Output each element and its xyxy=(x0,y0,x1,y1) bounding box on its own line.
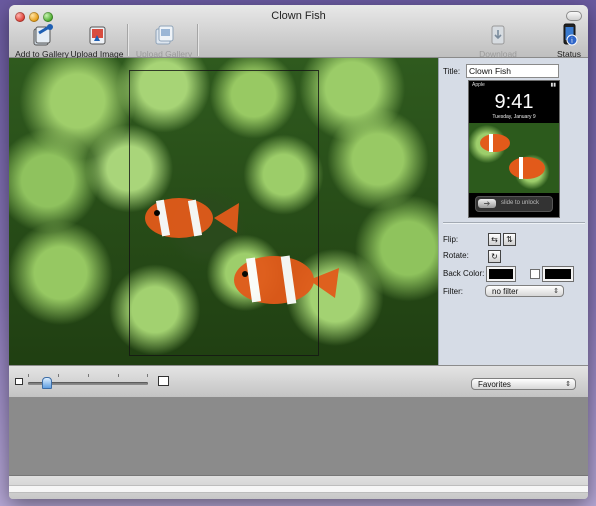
back-color-well[interactable] xyxy=(486,266,516,282)
lockscreen-preview: Apple ▮▮ 9:41 Tuesday, January 9 ➔ slide… xyxy=(468,80,560,218)
status-button[interactable]: i Status xyxy=(554,23,584,59)
zoom-large-icon[interactable] xyxy=(158,376,169,386)
flip-label: Flip: xyxy=(443,235,459,244)
gallery-strip[interactable] xyxy=(9,397,588,475)
window-title: Clown Fish xyxy=(271,10,326,22)
bottom-bar xyxy=(9,475,588,499)
filter-popup[interactable]: no filter ⇕ xyxy=(485,285,564,297)
preview-wallpaper xyxy=(469,123,559,193)
svg-text:i: i xyxy=(571,37,573,45)
panel-divider xyxy=(443,222,585,223)
add-to-gallery-button[interactable]: Add to Gallery xyxy=(14,23,70,59)
favorites-popup[interactable]: Favorites ⇕ xyxy=(471,378,576,390)
crop-frame[interactable] xyxy=(129,70,319,356)
toolbar-toggle-button[interactable] xyxy=(566,11,582,21)
upload-gallery-button[interactable]: Upload Gallery xyxy=(134,23,194,59)
battery-icon: ▮▮ xyxy=(550,82,556,88)
horizontal-scrollbar[interactable] xyxy=(9,485,588,493)
slide-to-unlock-text: slide to unlock xyxy=(501,200,540,206)
add-to-gallery-icon xyxy=(29,23,55,47)
slide-arrow-icon: ➔ xyxy=(478,199,496,208)
upload-gallery-icon xyxy=(151,23,177,47)
image-canvas[interactable] xyxy=(9,58,438,365)
toolbar-separator xyxy=(127,24,128,56)
title-label: Title: xyxy=(443,67,461,76)
preview-status-bar: Apple ▮▮ xyxy=(469,81,559,89)
popup-arrows-icon: ⇕ xyxy=(565,381,571,388)
inspector-panel: Title: Clown Fish Apple ▮▮ 9:41 Tuesday,… xyxy=(438,58,588,365)
preview-date: Tuesday, January 9 xyxy=(492,114,536,120)
zoom-slider-thumb[interactable] xyxy=(42,377,52,389)
back-color-label: Back Color: xyxy=(443,269,485,278)
second-color-checkbox[interactable] xyxy=(530,269,540,279)
status-icon: i xyxy=(556,23,582,47)
app-window: Clown Fish Add to Gallery Upload Image U… xyxy=(9,5,588,499)
download-photos-icon xyxy=(485,23,511,47)
preview-time: 9:41 xyxy=(494,91,534,113)
flip-vertical-icon[interactable]: ⇅ xyxy=(503,233,516,246)
preview-carrier: Apple xyxy=(472,82,485,88)
rotate-label: Rotate: xyxy=(443,251,469,260)
second-color-well[interactable] xyxy=(542,266,574,282)
filter-value: no filter xyxy=(492,287,519,296)
rotate-icon[interactable]: ↻ xyxy=(488,250,501,263)
title-bar: Clown Fish Add to Gallery Upload Image U… xyxy=(9,5,588,69)
upload-image-button[interactable]: Upload Image xyxy=(70,23,124,59)
flip-horizontal-icon[interactable]: ⇆ xyxy=(488,233,501,246)
upload-image-icon xyxy=(84,23,110,47)
filter-label: Filter: xyxy=(443,287,463,296)
favorites-label: Favorites xyxy=(478,380,511,389)
popup-arrows-icon: ⇕ xyxy=(553,288,559,295)
zoom-toolbar: Favorites ⇕ xyxy=(9,365,588,398)
title-input[interactable]: Clown Fish xyxy=(466,64,559,78)
slide-to-unlock-bar: ➔ slide to unlock xyxy=(475,196,553,212)
toolbar-separator xyxy=(197,24,198,56)
zoom-small-icon[interactable] xyxy=(15,378,23,385)
